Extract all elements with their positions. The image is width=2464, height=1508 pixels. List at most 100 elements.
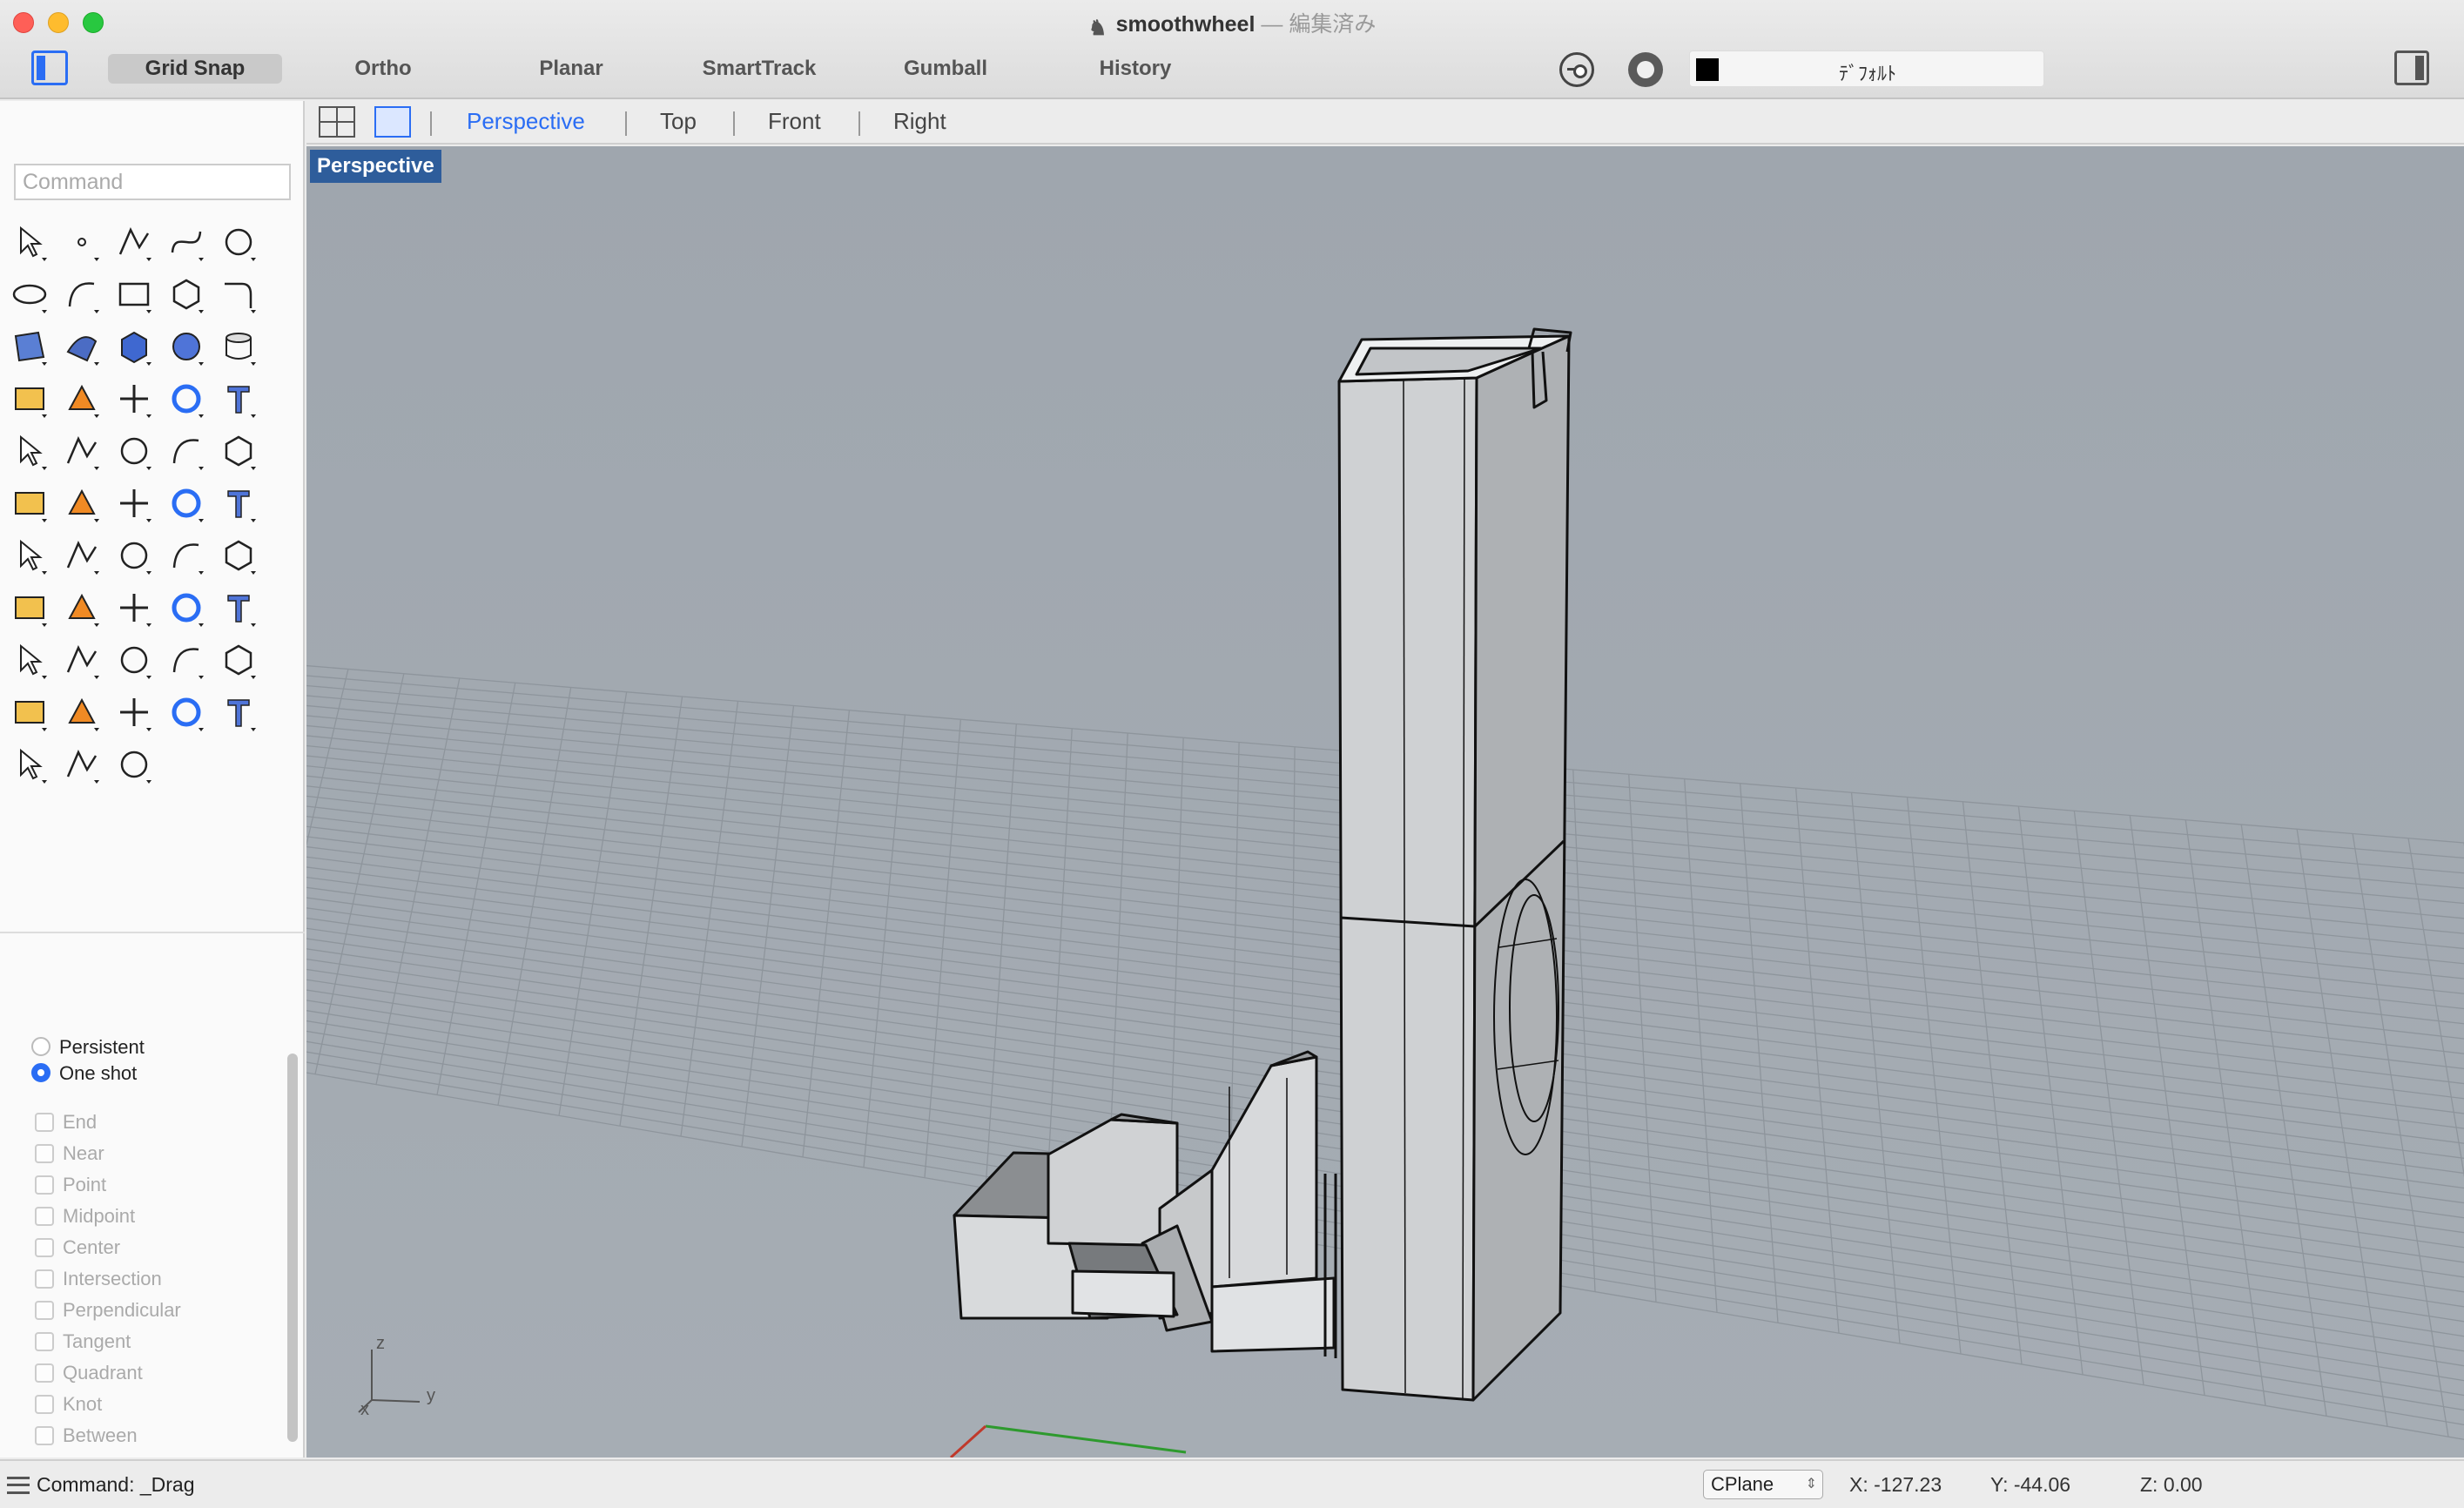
radio-button[interactable] (31, 1037, 50, 1056)
current-layer-field[interactable]: ﾃﾞﾌｫﾙﾄ (1689, 50, 2044, 87)
right-panel-toggle-icon[interactable] (2394, 50, 2429, 85)
model-geometry (953, 327, 1572, 1402)
rectangle-icon[interactable] (113, 273, 155, 315)
snap-option-label: Knot (63, 1393, 103, 1415)
point-icon[interactable] (61, 221, 103, 263)
checkbox[interactable] (35, 1426, 54, 1445)
checkbox[interactable] (35, 1363, 54, 1383)
split-icon[interactable] (218, 378, 259, 420)
command-input[interactable] (14, 164, 291, 200)
zoom-selected-icon[interactable] (218, 587, 259, 629)
history-button[interactable]: History (1066, 54, 1205, 84)
osnap-scrollbar[interactable] (287, 1054, 298, 1442)
tab-top[interactable]: Top (660, 108, 697, 135)
rotate-view-icon[interactable] (9, 639, 50, 681)
group-icon[interactable] (9, 430, 50, 472)
align-icon[interactable] (61, 535, 103, 576)
tab-right[interactable]: Right (893, 108, 946, 135)
blend-icon[interactable] (165, 430, 207, 472)
text-icon[interactable] (218, 430, 259, 472)
select-arrow-icon[interactable] (9, 221, 50, 263)
mesh-tools-icon[interactable] (218, 535, 259, 576)
sidebar-toggle-icon[interactable] (31, 50, 68, 85)
checkbox[interactable] (35, 1207, 54, 1226)
offset-icon[interactable] (113, 430, 155, 472)
boolean-icon[interactable] (113, 378, 155, 420)
title-separator: — (1255, 12, 1289, 37)
solid-edit-icon[interactable] (165, 482, 207, 524)
surface-icon[interactable] (9, 326, 50, 367)
grid-snap-button[interactable]: Grid Snap (108, 54, 282, 84)
ortho-button[interactable]: Ortho (313, 54, 453, 84)
radio-label: Persistent (59, 1036, 145, 1058)
arc-icon[interactable] (61, 273, 103, 315)
tab-separator (430, 111, 432, 136)
circle-icon[interactable] (218, 221, 259, 263)
smarttrack-button[interactable]: SmartTrack (681, 54, 838, 84)
curve-icon[interactable] (165, 221, 207, 263)
color-wheel-icon[interactable] (113, 691, 155, 733)
lock-icon[interactable] (9, 691, 50, 733)
zoom-extents-icon[interactable] (165, 587, 207, 629)
cylinder-icon[interactable] (218, 326, 259, 367)
tower-front-face (1337, 376, 1478, 1402)
fillet-icon[interactable] (218, 273, 259, 315)
plane-grid-icon[interactable] (113, 639, 155, 681)
viewport-title-label[interactable]: Perspective (310, 150, 441, 183)
mirror-icon[interactable] (113, 482, 155, 524)
polyline-icon[interactable] (113, 221, 155, 263)
wire-sphere-icon[interactable] (218, 691, 259, 733)
tab-perspective[interactable]: Perspective (467, 108, 585, 135)
camera-icon[interactable] (61, 744, 103, 785)
checkbox[interactable] (35, 1301, 54, 1320)
hierarchy-icon[interactable] (113, 744, 155, 785)
checkbox[interactable] (35, 1113, 54, 1132)
menu-icon[interactable] (7, 1477, 30, 1494)
mesh-icon[interactable] (9, 378, 50, 420)
radio-button[interactable] (31, 1063, 50, 1082)
cplane-select[interactable]: CPlane ⇕ (1703, 1470, 1823, 1499)
snap-option-label: Point (63, 1174, 107, 1195)
checkbox[interactable] (35, 1144, 54, 1163)
scale-icon[interactable] (9, 482, 50, 524)
osnap-toggle-icon[interactable] (1559, 52, 1594, 87)
sweep-icon[interactable] (61, 326, 103, 367)
project-icon[interactable] (9, 587, 50, 629)
display-sphere-icon[interactable] (165, 691, 207, 733)
perspective-viewport[interactable]: Perspective z y x (306, 146, 2464, 1458)
array-icon[interactable] (9, 535, 50, 576)
tab-front[interactable]: Front (768, 108, 821, 135)
check-icon[interactable] (165, 535, 207, 576)
four-viewport-layout-icon[interactable] (319, 106, 355, 138)
sphere-icon[interactable] (165, 326, 207, 367)
checkbox[interactable] (35, 1332, 54, 1351)
checkbox[interactable] (35, 1238, 54, 1257)
shapes-icon[interactable] (165, 639, 207, 681)
planar-button[interactable]: Planar (502, 54, 641, 84)
gumball-button[interactable]: Gumball (876, 54, 1015, 84)
ellipse-icon[interactable] (9, 273, 50, 315)
record-history-icon[interactable] (1628, 52, 1663, 87)
trim-icon[interactable] (165, 378, 207, 420)
car-render-icon[interactable] (61, 639, 103, 681)
material-sphere-icon[interactable] (9, 744, 50, 785)
layer-stack-icon[interactable] (61, 691, 103, 733)
polygon-icon[interactable] (165, 273, 207, 315)
zoom-icon[interactable] (61, 587, 103, 629)
zoom-window-icon[interactable] (113, 587, 155, 629)
dimension-icon[interactable] (218, 482, 259, 524)
light-icon[interactable] (218, 639, 259, 681)
checkbox[interactable] (35, 1269, 54, 1289)
scene-canvas[interactable] (306, 146, 2464, 1458)
move-icon[interactable] (61, 482, 103, 524)
extrude-icon[interactable] (61, 378, 103, 420)
snap-option-label: End (63, 1111, 98, 1133)
single-viewport-layout-icon[interactable] (374, 106, 411, 138)
snap-option-label: Quadrant (63, 1362, 143, 1383)
snap-option-label: Perpendicular (63, 1299, 181, 1321)
checkbox[interactable] (35, 1175, 54, 1195)
layout-icon[interactable] (113, 535, 155, 576)
join-icon[interactable] (61, 430, 103, 472)
checkbox[interactable] (35, 1395, 54, 1414)
box-icon[interactable] (113, 326, 155, 367)
